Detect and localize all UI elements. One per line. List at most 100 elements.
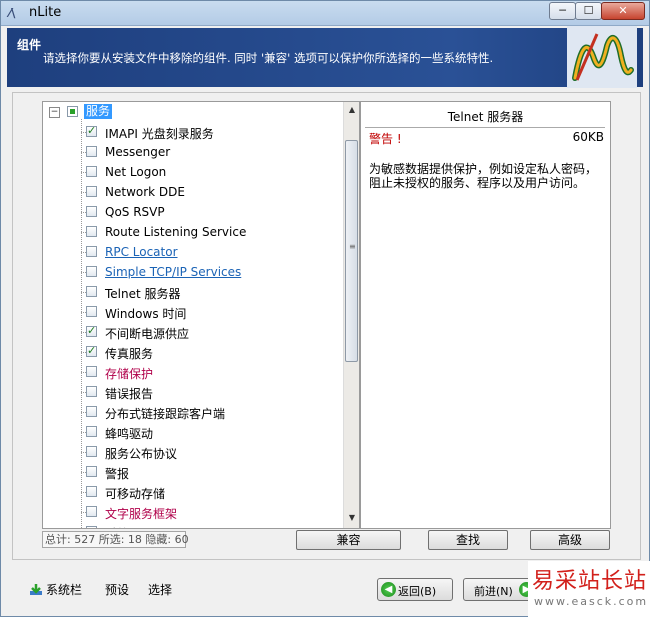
tree-item-label: IMAPI 光盘刻录服务 [105,127,214,141]
tree-item[interactable]: Telnet 服务器 [43,282,343,302]
tree-item-label: 警报 [105,467,130,481]
tree-item[interactable]: 传真服务 [43,342,343,362]
watermark-text: 易采站长站 [532,569,648,594]
tree-item[interactable]: 系统还原 [43,522,343,528]
compat-button[interactable]: 兼容 [296,530,401,550]
minimize-button[interactable]: ─ [549,2,576,20]
page-title: 组件 [17,38,42,52]
tree-item-checkbox[interactable] [86,206,97,217]
info-title: Telnet 服务器 [447,110,524,124]
tree-item[interactable]: 不间断电源供应 [43,322,343,342]
tree-item-label: 传真服务 [105,347,154,361]
system-tray-button[interactable]: 系统栏 [29,581,82,598]
tree-item-checkbox[interactable] [86,366,97,377]
next-label: 前进(N) [474,585,513,598]
tree-item[interactable]: Network DDE [43,182,343,202]
tree-item[interactable]: Net Logon [43,162,343,182]
tree-item[interactable]: 可移动存储 [43,482,343,502]
tree-item-checkbox[interactable] [86,226,97,237]
tree-item[interactable]: QoS RSVP [43,202,343,222]
info-size: 60KB [572,130,604,144]
header-banner: 组件 请选择你要从安装文件中移除的组件. 同时 '兼容' 选项可以保护你所选择的… [7,26,643,88]
info-panel: Telnet 服务器 警告 ! 60KB 为敏感数据提供保护，例如设定私人密码，… [360,101,611,529]
watermark: 易采站长站 www.easck.com [528,561,650,617]
info-warning: 警告 ! [369,132,402,146]
tree-item[interactable]: 分布式链接跟踪客户端 [43,402,343,422]
tree-item-checkbox[interactable] [86,486,97,497]
tree-item-label: QoS RSVP [105,205,165,219]
tree-item-checkbox[interactable] [86,506,97,517]
tree-item-label: Telnet 服务器 [105,287,181,301]
back-arrow-icon: ◀ [381,582,396,597]
tree-item[interactable]: 错误报告 [43,382,343,402]
tree-item-label: 服务公布协议 [105,447,178,461]
tree-item-label: 分布式链接跟踪客户端 [105,407,226,421]
tree-item-label: 文字服务框架 [105,507,178,521]
tree-item[interactable]: Windows 时间 [43,302,343,322]
tree-item-checkbox[interactable] [86,526,97,528]
tree-item-label: Windows 时间 [105,307,187,321]
download-arrow-icon [30,584,42,595]
tree-item-checkbox[interactable] [86,406,97,417]
tree-item[interactable]: 蜂鸣驱动 [43,422,343,442]
tree-item[interactable]: IMAPI 光盘刻录服务 [43,122,343,142]
scroll-down-arrow-icon[interactable]: ▼ [346,512,358,524]
tree-item-checkbox[interactable] [86,306,97,317]
collapse-toggle-icon[interactable]: − [49,107,60,118]
tree-item-checkbox[interactable] [86,186,97,197]
nlite-window: ⁄\ nLite ─ ☐ ✕ 组件 请选择你要从安装文件中移除的组件. 同时 '… [0,0,650,617]
preset-button[interactable]: 预设 [105,581,129,598]
maximize-button[interactable]: ☐ [575,2,602,20]
nlite-app-icon: ⁄\ [9,6,16,20]
tree-item-checkbox[interactable] [86,266,97,277]
window-title: nLite [29,5,62,20]
back-label: 返回(B) [398,585,437,598]
title-bar[interactable]: ⁄\ nLite ─ ☐ ✕ [1,1,649,26]
tree-item[interactable]: Route Listening Service [43,222,343,242]
tree-item-label: 错误报告 [105,387,154,401]
tree-item-checkbox[interactable] [86,344,97,357]
tree-item-label: Network DDE [105,185,185,199]
tree-item-label: RPC Locator [105,245,178,259]
close-button[interactable]: ✕ [601,2,645,20]
find-button[interactable]: 查找 [428,530,508,550]
tree-item[interactable]: 警报 [43,462,343,482]
tree-item-label: 蜂鸣驱动 [105,427,154,441]
scroll-thumb[interactable]: ≡ [345,140,358,362]
tree-item-label: Route Listening Service [105,225,247,239]
tree-item-checkbox[interactable] [86,286,97,297]
status-counts: 总计: 527 所选: 18 隐藏: 60 [42,531,189,548]
tree-item[interactable]: RPC Locator [43,242,343,262]
tree-item-checkbox[interactable] [86,426,97,437]
tree-item[interactable]: 存储保护 [43,362,343,382]
tree-item-checkbox[interactable] [86,466,97,477]
tree-item-checkbox[interactable] [86,246,97,257]
tree-item[interactable]: 文字服务框架 [43,502,343,522]
tree-item-checkbox[interactable] [86,446,97,457]
component-tree[interactable]: − 服务 IMAPI 光盘刻录服务 Messenger Net Logon Netwo… [42,101,360,529]
page-description: 请选择你要从安装文件中移除的组件. 同时 '兼容' 选项可以保护你所选择的一些系… [43,51,494,65]
tree-item-label: 系统还原 [105,525,153,528]
info-description: 为敏感数据提供保护，例如设定私人密码，阻止未授权的服务、程序以及用户访问。 [369,162,598,190]
info-divider [365,127,605,128]
tree-item-checkbox[interactable] [86,166,97,177]
tree-scrollbar[interactable]: ▲ ≡ ▼ [343,102,359,528]
tree-item-label: Simple TCP/IP Services [105,265,242,279]
content-frame: − 服务 IMAPI 光盘刻录服务 Messenger Net Logon Netwo… [12,92,641,560]
root-checkbox[interactable] [67,106,78,117]
tree-root-services[interactable]: 服务 [84,104,113,119]
tree-item-checkbox[interactable] [86,146,97,157]
tree-item[interactable]: 服务公布协议 [43,442,343,462]
grip-icon: ≡ [349,242,356,251]
tree-item-checkbox[interactable] [86,324,97,337]
options-button[interactable]: 选择 [148,581,172,598]
tree-item[interactable]: Simple TCP/IP Services [43,262,343,282]
scroll-up-arrow-icon[interactable]: ▲ [346,104,358,116]
tree-item-label: 存储保护 [105,367,154,381]
tree-item-checkbox[interactable] [86,124,97,137]
tree-item-checkbox[interactable] [86,386,97,397]
back-button[interactable]: ◀ 返回(B) [377,578,453,601]
advanced-button[interactable]: 高级 [530,530,610,550]
system-tray-label: 系统栏 [46,583,83,597]
tree-item[interactable]: Messenger [43,142,343,162]
